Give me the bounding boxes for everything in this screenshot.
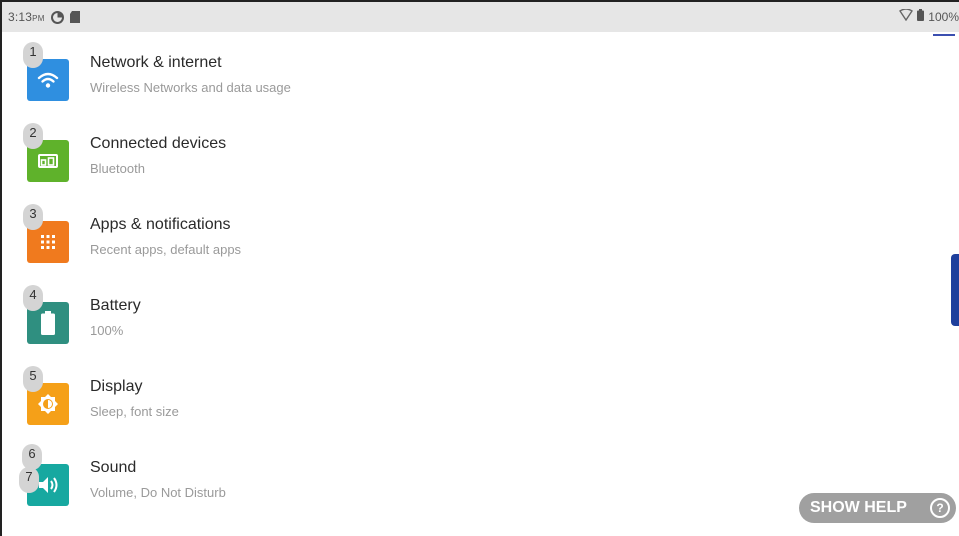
help-icon: ? — [930, 498, 950, 518]
item-title: Display — [90, 378, 143, 395]
item-subtitle: 100% — [90, 323, 124, 338]
status-time-ampm: PM — [32, 14, 45, 23]
volume-icon — [37, 476, 59, 494]
status-time-value: 3:13 — [8, 10, 33, 24]
wifi-icon — [37, 71, 59, 89]
item-texts: Apps & notifications Recent apps, defaul… — [90, 216, 241, 257]
settings-item-network[interactable]: 1 Network & internet Wireless Networks a… — [2, 32, 942, 113]
item-texts: Connected devices Bluetooth — [90, 135, 226, 176]
callout-badge: 2 — [23, 123, 43, 149]
item-subtitle: Recent apps, default apps — [90, 242, 242, 257]
callout-badge: 1 — [23, 42, 43, 68]
callout-badge: 4 — [23, 285, 43, 311]
item-title: Apps & notifications — [90, 216, 231, 233]
item-texts: Sound Volume, Do Not Disturb — [90, 459, 226, 500]
settings-item-apps[interactable]: 3 Apps & notifications Recent apps, defa… — [2, 194, 942, 275]
battery-status-icon — [917, 8, 925, 26]
sd-card-icon — [69, 11, 80, 23]
battery-icon — [41, 311, 55, 335]
item-title: Network & internet — [90, 54, 222, 71]
settings-item-battery[interactable]: 4 Battery 100% — [2, 275, 942, 356]
item-subtitle: Wireless Networks and data usage — [90, 80, 291, 95]
item-texts: Network & internet Wireless Networks and… — [90, 54, 291, 95]
show-help-label: SHOW HELP — [810, 499, 907, 516]
status-bar: 3:13PM 100% — [2, 2, 959, 32]
apps-grid-icon — [40, 234, 56, 250]
item-subtitle: Bluetooth — [90, 161, 145, 176]
item-title: Sound — [90, 459, 137, 476]
status-right: 100% — [899, 2, 959, 32]
status-time: 3:13PM — [8, 10, 45, 24]
settings-list: 1 Network & internet Wireless Networks a… — [2, 32, 942, 518]
show-help-button[interactable]: SHOW HELP ? — [799, 493, 956, 523]
callout-badge: 6 — [22, 444, 42, 470]
brightness-icon — [37, 393, 59, 415]
wifi-status-icon — [899, 8, 914, 26]
item-texts: Display Sleep, font size — [90, 378, 179, 419]
battery-percent: 100% — [928, 10, 959, 24]
settings-item-connected-devices[interactable]: 2 Connected devices Bluetooth — [2, 113, 942, 194]
item-subtitle: Sleep, font size — [90, 404, 179, 419]
item-title: Connected devices — [90, 135, 227, 152]
callout-badge: 7 — [19, 467, 39, 493]
callout-badge: 3 — [23, 204, 43, 230]
settings-item-display[interactable]: 5 Display Sleep, font size — [2, 356, 942, 437]
side-panel-handle[interactable] — [951, 254, 959, 326]
item-title: Battery — [90, 297, 141, 314]
settings-screen: 3:13PM 100% 1 Network & internet Wireles… — [0, 0, 959, 536]
item-subtitle: Volume, Do Not Disturb — [90, 485, 226, 500]
callout-badge: 5 — [23, 366, 43, 392]
devices-icon — [36, 152, 60, 170]
item-texts: Battery 100% — [90, 297, 141, 338]
sync-icon — [50, 10, 64, 24]
